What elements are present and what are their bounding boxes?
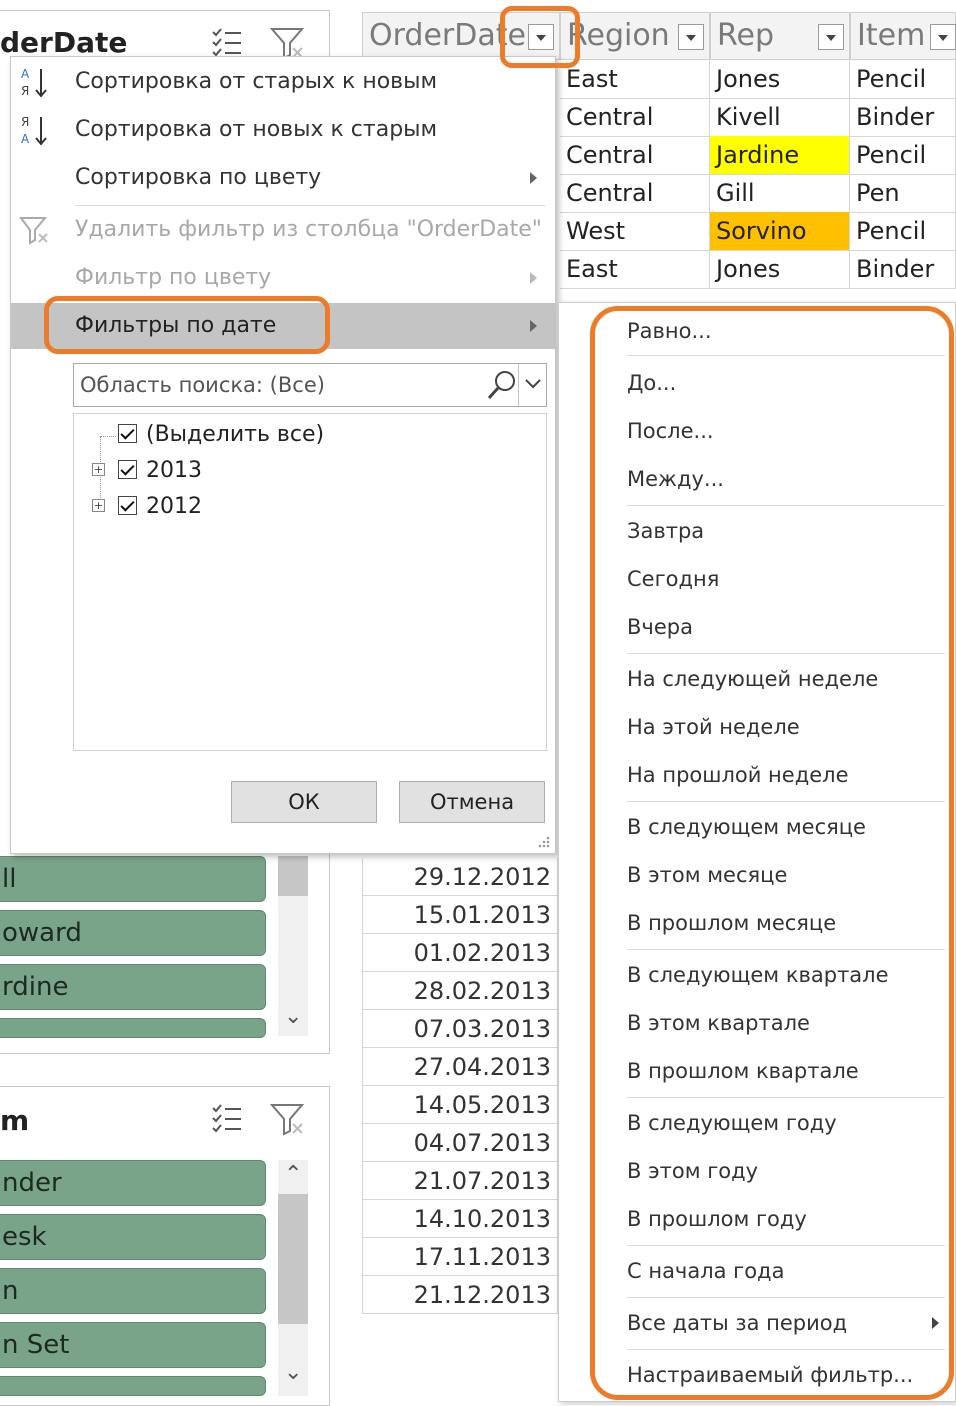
cancel-button[interactable]: Отмена xyxy=(399,781,545,823)
scroll-down-icon[interactable]: ⌄ xyxy=(284,1004,302,1029)
search-icon xyxy=(487,371,515,400)
sort-oldest-to-newest[interactable]: A Я Сортировка от старых к новым xyxy=(11,59,555,105)
filter-by-color: Фильтр по цвету xyxy=(11,255,555,301)
menu-separator xyxy=(75,205,545,206)
region-cell[interactable]: Central xyxy=(560,98,710,136)
scroll-thumb[interactable] xyxy=(278,856,308,896)
sort-newest-to-oldest[interactable]: Я A Сортировка от новых к старым xyxy=(11,107,555,153)
date-cell[interactable]: 01.02.2013 xyxy=(362,934,558,972)
region-cell[interactable]: West xyxy=(560,212,710,250)
item-slicer-title: m xyxy=(0,1104,30,1137)
item-filter-button[interactable] xyxy=(930,24,956,50)
checkbox[interactable] xyxy=(118,496,137,515)
clear-filter-icon[interactable] xyxy=(270,1102,306,1136)
svg-text:Я: Я xyxy=(21,84,29,98)
item-cell[interactable]: Binder xyxy=(850,250,956,288)
multi-select-icon[interactable] xyxy=(210,26,244,60)
expand-icon[interactable]: + xyxy=(92,499,105,512)
slicer-item[interactable]: oward xyxy=(0,910,266,956)
slicer-item[interactable]: n Set xyxy=(0,1322,266,1368)
item-cell[interactable]: Binder xyxy=(850,98,956,136)
year-2012-option[interactable]: + 2012 xyxy=(92,490,202,524)
scroll-down-icon[interactable]: ⌄ xyxy=(284,1360,302,1385)
svg-text:A: A xyxy=(21,132,30,146)
table-row: East Jones Binder xyxy=(560,250,956,289)
table-row: Central Jardine Pencil xyxy=(560,136,956,175)
item-cell[interactable]: Pencil xyxy=(850,136,956,174)
year-2013-option[interactable]: + 2013 xyxy=(92,454,202,488)
slicer-item[interactable]: rdine xyxy=(0,964,266,1010)
region-cell[interactable]: Central xyxy=(560,136,710,174)
date-cell[interactable]: 21.07.2013 xyxy=(362,1162,558,1200)
region-filter-button[interactable] xyxy=(678,24,704,50)
orderdate-slicer-title: derDate xyxy=(0,26,128,59)
clear-filter-icon xyxy=(19,217,48,245)
submenu-arrow-icon xyxy=(530,320,537,332)
search-scope-dropdown[interactable] xyxy=(518,364,547,406)
slicer-item[interactable]: esk xyxy=(0,1214,266,1260)
scroll-thumb[interactable] xyxy=(278,1194,308,1324)
scroll-up-icon[interactable]: ⌃ xyxy=(284,1162,302,1187)
rep-cell[interactable]: Gill xyxy=(710,174,850,212)
chevron-down-icon xyxy=(525,379,541,389)
table-row: West Sorvino Pencil xyxy=(560,212,956,251)
clear-filter-from-column: Удалить фильтр из столбца "OrderDate" xyxy=(11,207,555,253)
rep-cell[interactable]: Sorvino xyxy=(710,212,850,250)
expand-icon[interactable]: + xyxy=(92,463,105,476)
item-cell[interactable]: Pencil xyxy=(850,60,956,98)
select-all-option[interactable]: (Выделить все) xyxy=(118,418,324,452)
autofilter-dropdown: A Я Сортировка от старых к новым Я A Сор… xyxy=(10,56,556,854)
date-cell[interactable]: 15.01.2013 xyxy=(362,896,558,934)
date-cell[interactable]: 29.12.2012 xyxy=(362,858,558,896)
slicer-item[interactable] xyxy=(0,1018,266,1038)
sort-by-color[interactable]: Сортировка по цвету xyxy=(11,155,555,201)
clear-filter-icon[interactable] xyxy=(270,26,306,60)
item-cell[interactable]: Pen xyxy=(850,174,956,212)
tree-connector xyxy=(100,436,116,438)
submenu-arrow-icon xyxy=(530,272,537,284)
multi-select-icon[interactable] xyxy=(210,1102,244,1136)
rep-cell[interactable]: Kivell xyxy=(710,98,850,136)
rep-cell[interactable]: Jardine xyxy=(710,136,850,174)
item-cell[interactable]: Pencil xyxy=(850,212,956,250)
rep-filter-button[interactable] xyxy=(818,24,844,50)
values-tree: (Выделить все) + 2013 + 2012 xyxy=(73,413,547,751)
date-cell[interactable]: 27.04.2013 xyxy=(362,1048,558,1086)
resize-grip-icon[interactable] xyxy=(537,835,551,849)
date-cell[interactable]: 07.03.2013 xyxy=(362,1010,558,1048)
region-cell[interactable]: East xyxy=(560,60,710,98)
sort-descending-icon: Я A xyxy=(21,115,47,146)
region-cell[interactable]: East xyxy=(560,250,710,288)
sort-ascending-icon: A Я xyxy=(21,67,47,98)
date-cell[interactable]: 17.11.2013 xyxy=(362,1238,558,1276)
date-cell[interactable]: 14.10.2013 xyxy=(362,1200,558,1238)
table-row: Central Kivell Binder xyxy=(560,98,956,137)
checkbox[interactable] xyxy=(118,460,137,479)
svg-text:A: A xyxy=(21,67,30,81)
highlight-orderdate-dropdown xyxy=(500,6,580,68)
slicer-item[interactable]: n xyxy=(0,1268,266,1314)
highlight-date-filters xyxy=(44,296,330,354)
highlight-date-submenu xyxy=(590,306,954,1400)
date-cell[interactable]: 28.02.2013 xyxy=(362,972,558,1010)
slicer-item[interactable]: nder xyxy=(0,1160,266,1206)
ok-button[interactable]: ОК xyxy=(231,781,377,823)
slicer-item[interactable] xyxy=(0,1376,266,1396)
checkbox[interactable] xyxy=(118,424,137,443)
table-row: Central Gill Pen xyxy=(560,174,956,213)
search-input[interactable]: Область поиска: (Все) xyxy=(73,363,547,407)
rep-cell[interactable]: Jones xyxy=(710,250,850,288)
rep-cell[interactable]: Jones xyxy=(710,60,850,98)
slicer-item[interactable]: ll xyxy=(0,856,266,902)
submenu-arrow-icon xyxy=(530,172,537,184)
svg-text:Я: Я xyxy=(21,115,29,129)
region-cell[interactable]: Central xyxy=(560,174,710,212)
table-row: East Jones Pencil xyxy=(560,60,956,99)
date-cell[interactable]: 14.05.2013 xyxy=(362,1086,558,1124)
date-cell[interactable]: 21.12.2013 xyxy=(362,1276,558,1314)
date-cell[interactable]: 04.07.2013 xyxy=(362,1124,558,1162)
